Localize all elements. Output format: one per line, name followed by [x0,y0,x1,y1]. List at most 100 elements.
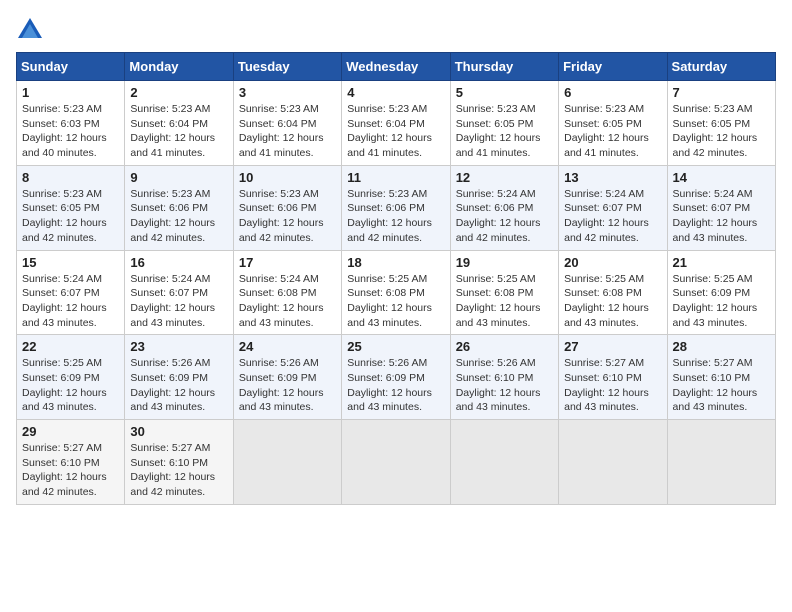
cell-week4-day4: 26 Sunrise: 5:26 AM Sunset: 6:10 PM Dayl… [450,335,558,420]
day-info: Sunrise: 5:27 AM Sunset: 6:10 PM Dayligh… [130,442,215,498]
day-number: 3 [239,85,336,100]
day-number: 20 [564,255,661,270]
cell-week3-day2: 17 Sunrise: 5:24 AM Sunset: 6:08 PM Dayl… [233,250,341,335]
day-info: Sunrise: 5:25 AM Sunset: 6:09 PM Dayligh… [22,357,107,413]
day-info: Sunrise: 5:23 AM Sunset: 6:06 PM Dayligh… [239,188,324,244]
cell-week3-day5: 20 Sunrise: 5:25 AM Sunset: 6:08 PM Dayl… [559,250,667,335]
header-saturday: Saturday [667,53,775,81]
day-info: Sunrise: 5:23 AM Sunset: 6:05 PM Dayligh… [673,103,758,159]
cell-week5-day0: 29 Sunrise: 5:27 AM Sunset: 6:10 PM Dayl… [17,420,125,505]
cell-week3-day1: 16 Sunrise: 5:24 AM Sunset: 6:07 PM Dayl… [125,250,233,335]
day-number: 19 [456,255,553,270]
day-info: Sunrise: 5:23 AM Sunset: 6:05 PM Dayligh… [564,103,649,159]
cell-week4-day5: 27 Sunrise: 5:27 AM Sunset: 6:10 PM Dayl… [559,335,667,420]
day-info: Sunrise: 5:23 AM Sunset: 6:03 PM Dayligh… [22,103,107,159]
day-number: 24 [239,339,336,354]
day-number: 29 [22,424,119,439]
day-number: 16 [130,255,227,270]
day-info: Sunrise: 5:24 AM Sunset: 6:07 PM Dayligh… [130,273,215,329]
cell-week4-day3: 25 Sunrise: 5:26 AM Sunset: 6:09 PM Dayl… [342,335,450,420]
cell-week5-day2 [233,420,341,505]
day-info: Sunrise: 5:24 AM Sunset: 6:07 PM Dayligh… [673,188,758,244]
header-friday: Friday [559,53,667,81]
day-number: 7 [673,85,770,100]
day-info: Sunrise: 5:25 AM Sunset: 6:08 PM Dayligh… [456,273,541,329]
day-number: 8 [22,170,119,185]
cell-week4-day6: 28 Sunrise: 5:27 AM Sunset: 6:10 PM Dayl… [667,335,775,420]
day-info: Sunrise: 5:23 AM Sunset: 6:04 PM Dayligh… [347,103,432,159]
day-info: Sunrise: 5:23 AM Sunset: 6:05 PM Dayligh… [22,188,107,244]
cell-week1-day3: 4 Sunrise: 5:23 AM Sunset: 6:04 PM Dayli… [342,81,450,166]
header-wednesday: Wednesday [342,53,450,81]
cell-week4-day1: 23 Sunrise: 5:26 AM Sunset: 6:09 PM Dayl… [125,335,233,420]
day-info: Sunrise: 5:24 AM Sunset: 6:07 PM Dayligh… [564,188,649,244]
cell-week2-day0: 8 Sunrise: 5:23 AM Sunset: 6:05 PM Dayli… [17,165,125,250]
day-number: 12 [456,170,553,185]
cell-week1-day4: 5 Sunrise: 5:23 AM Sunset: 6:05 PM Dayli… [450,81,558,166]
day-info: Sunrise: 5:26 AM Sunset: 6:09 PM Dayligh… [130,357,215,413]
cell-week3-day4: 19 Sunrise: 5:25 AM Sunset: 6:08 PM Dayl… [450,250,558,335]
day-number: 28 [673,339,770,354]
day-number: 6 [564,85,661,100]
cell-week1-day5: 6 Sunrise: 5:23 AM Sunset: 6:05 PM Dayli… [559,81,667,166]
cell-week2-day3: 11 Sunrise: 5:23 AM Sunset: 6:06 PM Dayl… [342,165,450,250]
cell-week2-day5: 13 Sunrise: 5:24 AM Sunset: 6:07 PM Dayl… [559,165,667,250]
header [16,16,776,44]
logo [16,16,48,44]
day-number: 13 [564,170,661,185]
cell-week4-day2: 24 Sunrise: 5:26 AM Sunset: 6:09 PM Dayl… [233,335,341,420]
day-info: Sunrise: 5:25 AM Sunset: 6:08 PM Dayligh… [564,273,649,329]
week-row-3: 15 Sunrise: 5:24 AM Sunset: 6:07 PM Dayl… [17,250,776,335]
cell-week5-day4 [450,420,558,505]
cell-week2-day6: 14 Sunrise: 5:24 AM Sunset: 6:07 PM Dayl… [667,165,775,250]
cell-week3-day0: 15 Sunrise: 5:24 AM Sunset: 6:07 PM Dayl… [17,250,125,335]
week-row-5: 29 Sunrise: 5:27 AM Sunset: 6:10 PM Dayl… [17,420,776,505]
cell-week5-day3 [342,420,450,505]
cell-week1-day6: 7 Sunrise: 5:23 AM Sunset: 6:05 PM Dayli… [667,81,775,166]
calendar: SundayMondayTuesdayWednesdayThursdayFrid… [16,52,776,505]
day-info: Sunrise: 5:23 AM Sunset: 6:04 PM Dayligh… [130,103,215,159]
cell-week1-day0: 1 Sunrise: 5:23 AM Sunset: 6:03 PM Dayli… [17,81,125,166]
day-number: 26 [456,339,553,354]
day-number: 25 [347,339,444,354]
day-number: 21 [673,255,770,270]
day-info: Sunrise: 5:27 AM Sunset: 6:10 PM Dayligh… [673,357,758,413]
day-info: Sunrise: 5:24 AM Sunset: 6:06 PM Dayligh… [456,188,541,244]
cell-week1-day2: 3 Sunrise: 5:23 AM Sunset: 6:04 PM Dayli… [233,81,341,166]
day-number: 27 [564,339,661,354]
day-number: 4 [347,85,444,100]
cell-week3-day3: 18 Sunrise: 5:25 AM Sunset: 6:08 PM Dayl… [342,250,450,335]
day-info: Sunrise: 5:25 AM Sunset: 6:09 PM Dayligh… [673,273,758,329]
weekday-header-row: SundayMondayTuesdayWednesdayThursdayFrid… [17,53,776,81]
cell-week1-day1: 2 Sunrise: 5:23 AM Sunset: 6:04 PM Dayli… [125,81,233,166]
day-number: 11 [347,170,444,185]
cell-week5-day6 [667,420,775,505]
day-info: Sunrise: 5:23 AM Sunset: 6:05 PM Dayligh… [456,103,541,159]
day-number: 2 [130,85,227,100]
day-info: Sunrise: 5:27 AM Sunset: 6:10 PM Dayligh… [22,442,107,498]
day-info: Sunrise: 5:23 AM Sunset: 6:04 PM Dayligh… [239,103,324,159]
header-monday: Monday [125,53,233,81]
day-info: Sunrise: 5:25 AM Sunset: 6:08 PM Dayligh… [347,273,432,329]
cell-week2-day4: 12 Sunrise: 5:24 AM Sunset: 6:06 PM Dayl… [450,165,558,250]
day-number: 10 [239,170,336,185]
day-number: 15 [22,255,119,270]
header-thursday: Thursday [450,53,558,81]
day-number: 17 [239,255,336,270]
day-info: Sunrise: 5:23 AM Sunset: 6:06 PM Dayligh… [347,188,432,244]
day-info: Sunrise: 5:27 AM Sunset: 6:10 PM Dayligh… [564,357,649,413]
day-number: 30 [130,424,227,439]
cell-week4-day0: 22 Sunrise: 5:25 AM Sunset: 6:09 PM Dayl… [17,335,125,420]
day-number: 18 [347,255,444,270]
week-row-1: 1 Sunrise: 5:23 AM Sunset: 6:03 PM Dayli… [17,81,776,166]
cell-week3-day6: 21 Sunrise: 5:25 AM Sunset: 6:09 PM Dayl… [667,250,775,335]
cell-week2-day2: 10 Sunrise: 5:23 AM Sunset: 6:06 PM Dayl… [233,165,341,250]
cell-week5-day1: 30 Sunrise: 5:27 AM Sunset: 6:10 PM Dayl… [125,420,233,505]
day-number: 9 [130,170,227,185]
day-info: Sunrise: 5:24 AM Sunset: 6:07 PM Dayligh… [22,273,107,329]
day-info: Sunrise: 5:24 AM Sunset: 6:08 PM Dayligh… [239,273,324,329]
cell-week5-day5 [559,420,667,505]
day-info: Sunrise: 5:26 AM Sunset: 6:09 PM Dayligh… [347,357,432,413]
logo-icon [16,16,44,44]
day-number: 22 [22,339,119,354]
